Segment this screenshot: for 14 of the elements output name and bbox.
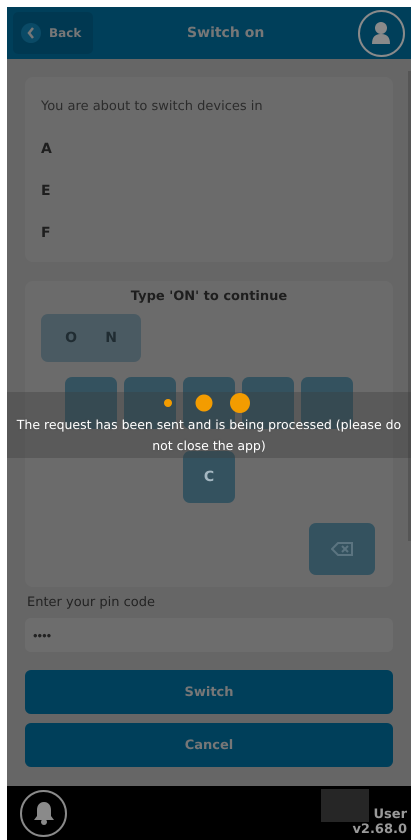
- device-group: E: [41, 170, 377, 212]
- screen-title: Switch on: [187, 25, 264, 41]
- keypad-key[interactable]: C: [183, 451, 235, 503]
- intro-text: You are about to switch devices in: [41, 99, 264, 114]
- back-button[interactable]: Back: [13, 12, 94, 54]
- confirm-prompt: Type 'ON' to continue: [130, 289, 288, 304]
- cancel-button[interactable]: Cancel: [25, 723, 393, 767]
- pin-field[interactable]: ••••: [25, 618, 393, 652]
- user-name: User: [373, 807, 407, 822]
- device-group: F: [41, 212, 377, 254]
- device-group: A: [41, 128, 377, 170]
- app-version: v2.68.0: [352, 822, 407, 837]
- pin-label: Enter your pin code: [27, 595, 156, 610]
- switch-button[interactable]: Switch: [25, 670, 393, 714]
